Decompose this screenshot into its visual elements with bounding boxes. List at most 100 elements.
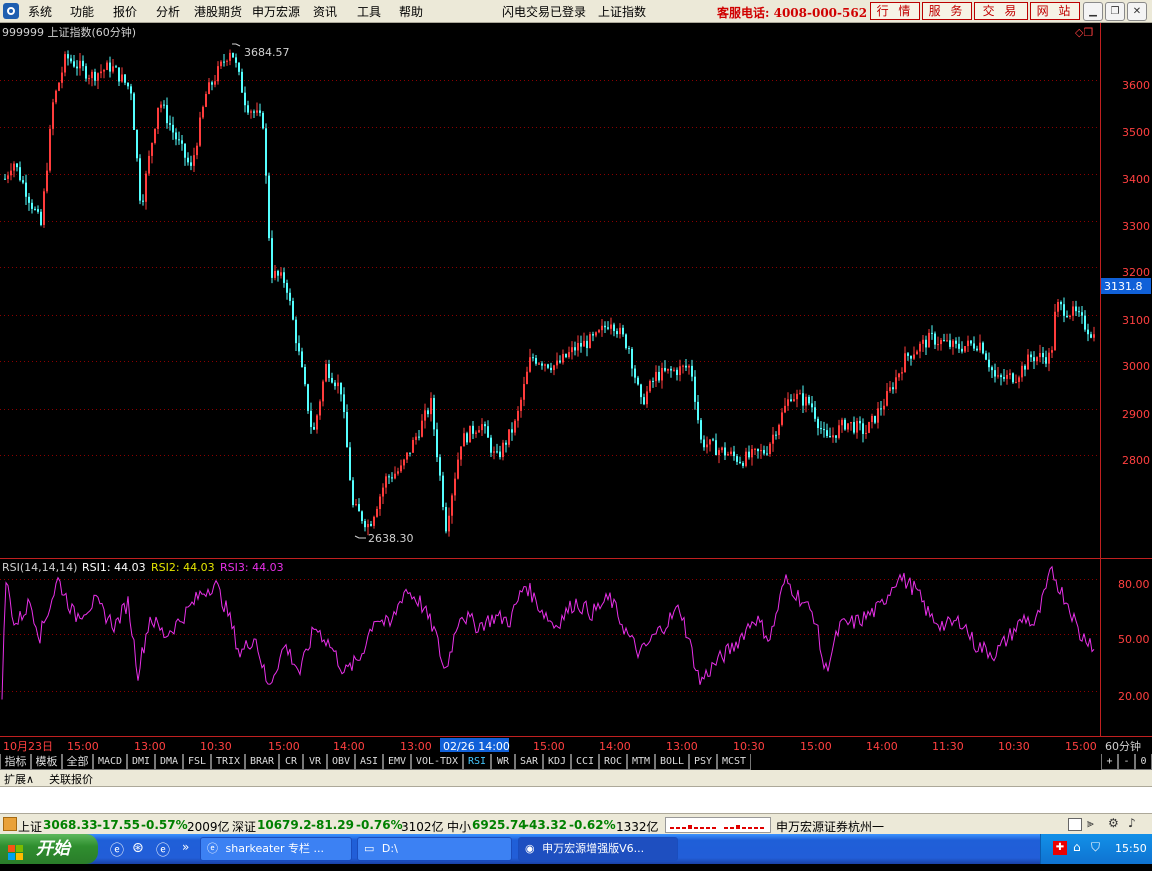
- tab-psy[interactable]: PSY: [689, 754, 717, 770]
- tab-cr[interactable]: CR: [279, 754, 303, 770]
- tray-network-icon[interactable]: ⌂: [1073, 840, 1081, 854]
- tab-zoom-in-button[interactable]: +: [1101, 754, 1118, 770]
- task-swhy[interactable]: ◉ 申万宏源增强版V6...: [518, 837, 678, 861]
- candle-body: [166, 105, 168, 124]
- candle-body: [961, 348, 963, 352]
- tab-vr[interactable]: VR: [303, 754, 327, 770]
- candle-body: [619, 327, 621, 335]
- tab-asi[interactable]: ASI: [355, 754, 383, 770]
- start-button[interactable]: 开始: [0, 834, 98, 864]
- tab-brar[interactable]: BRAR: [245, 754, 279, 770]
- overflow-icon[interactable]: »: [182, 840, 189, 854]
- candle-body: [379, 496, 381, 510]
- website-button[interactable]: 网 站: [1030, 2, 1080, 20]
- candle-body: [736, 456, 738, 462]
- candle-body: [712, 439, 714, 441]
- ie-icon[interactable]: ⓔ: [110, 840, 124, 860]
- candle-body: [139, 158, 141, 201]
- tab-dma[interactable]: DMA: [155, 754, 183, 770]
- tab-all[interactable]: 全部: [62, 754, 93, 770]
- menu-function[interactable]: 功能: [70, 3, 94, 20]
- menu-help[interactable]: 帮助: [399, 3, 423, 20]
- minimize-icon[interactable]: ▁: [1083, 2, 1103, 21]
- close-icon[interactable]: ✕: [1127, 2, 1147, 21]
- tab-trix[interactable]: TRIX: [211, 754, 245, 770]
- task-sharkeater[interactable]: ⓔ sharkeater 专栏 ...: [200, 837, 352, 861]
- tab-vol-tdx[interactable]: VOL-TDX: [411, 754, 463, 770]
- candle-body: [283, 272, 285, 283]
- tab-rsi[interactable]: RSI: [463, 754, 491, 770]
- expand-toggle[interactable]: 扩展∧: [4, 771, 34, 787]
- tray-red-icon[interactable]: ✚: [1053, 841, 1067, 855]
- trade-button[interactable]: 交 易: [974, 2, 1028, 20]
- candle-body: [709, 439, 711, 445]
- sound-icon[interactable]: ♪: [1128, 816, 1136, 830]
- tab-emv[interactable]: EMV: [383, 754, 411, 770]
- tab-mcst[interactable]: MCST: [717, 754, 751, 770]
- kline-chart[interactable]: 3131.8 999999 上证指数(60分钟) ◇❐ 3684.57 2638…: [0, 23, 1152, 754]
- candle-body: [61, 72, 63, 83]
- sh-change: -17.55: [97, 818, 140, 832]
- time-label: 15:00: [800, 740, 832, 753]
- settings-icon[interactable]: ⚙: [1108, 816, 1119, 830]
- candle-body: [859, 420, 861, 424]
- tab-mtm[interactable]: MTM: [627, 754, 655, 770]
- tab-boll[interactable]: BOLL: [655, 754, 689, 770]
- tab-indicator[interactable]: 指标: [0, 754, 31, 770]
- candle-body: [49, 128, 51, 171]
- menu-swhy[interactable]: 申万宏源: [252, 3, 300, 20]
- candle-body: [106, 62, 108, 70]
- candle-body: [652, 380, 654, 382]
- candle-body: [181, 140, 183, 144]
- candle-body: [136, 129, 138, 159]
- browser-icon[interactable]: ⊛: [132, 840, 144, 856]
- tab-reset-button[interactable]: 0: [1135, 754, 1152, 770]
- tab-fsl[interactable]: FSL: [183, 754, 211, 770]
- candle-body: [187, 157, 189, 163]
- candle-body: [1048, 352, 1050, 364]
- tab-macd[interactable]: MACD: [93, 754, 127, 770]
- period-label[interactable]: 60分钟: [1105, 739, 1141, 753]
- display-icon[interactable]: [1068, 818, 1082, 831]
- clock[interactable]: 15:50: [1115, 842, 1147, 855]
- high-label: 3684.57: [244, 46, 290, 59]
- menu-hk-futures[interactable]: 港股期货: [194, 3, 242, 20]
- index-ticker: 上证 3068.33 -17.55 -0.57% 2009亿 深证 10679.…: [0, 813, 1152, 835]
- menu-tools[interactable]: 工具: [357, 3, 381, 20]
- candle-body: [337, 382, 339, 387]
- panel-options-icon[interactable]: ◇❐: [1075, 26, 1093, 39]
- candle-body: [469, 425, 471, 443]
- menu-news[interactable]: 资讯: [313, 3, 337, 20]
- restore-icon[interactable]: ❐: [1105, 2, 1125, 21]
- candle-body: [403, 459, 405, 466]
- candle-body: [817, 418, 819, 429]
- menu-analysis[interactable]: 分析: [156, 3, 180, 20]
- tab-dmi[interactable]: DMI: [127, 754, 155, 770]
- market-button[interactable]: 行 情: [870, 2, 920, 20]
- service-button[interactable]: 服 务: [922, 2, 972, 20]
- alert-icon[interactable]: [3, 817, 17, 831]
- tab-wr[interactable]: WR: [491, 754, 515, 770]
- candle-body: [775, 434, 777, 436]
- candle-body: [913, 354, 915, 359]
- candle-body: [322, 381, 324, 402]
- candle-body: [421, 420, 423, 437]
- tab-template[interactable]: 模板: [31, 754, 62, 770]
- tab-roc[interactable]: ROC: [599, 754, 627, 770]
- candle-body: [931, 332, 933, 334]
- tab-cci[interactable]: CCI: [571, 754, 599, 770]
- tab-zoom-out-button[interactable]: -: [1118, 754, 1135, 770]
- tab-kdj[interactable]: KDJ: [543, 754, 571, 770]
- ie2-icon[interactable]: ⓔ: [156, 840, 170, 860]
- menu-quote[interactable]: 报价: [113, 3, 137, 20]
- related-quotes-tab[interactable]: 关联报价: [49, 771, 93, 787]
- task-explorer[interactable]: ▭ D:\: [357, 837, 512, 861]
- candle-body: [655, 371, 657, 382]
- candle-body: [487, 426, 489, 438]
- tab-sar[interactable]: SAR: [515, 754, 543, 770]
- rsi-line: [1, 565, 1095, 700]
- candle-body: [262, 112, 264, 129]
- tab-obv[interactable]: OBV: [327, 754, 355, 770]
- menu-system[interactable]: 系统: [28, 3, 52, 20]
- tray-shield-icon[interactable]: ⛉: [1091, 840, 1100, 855]
